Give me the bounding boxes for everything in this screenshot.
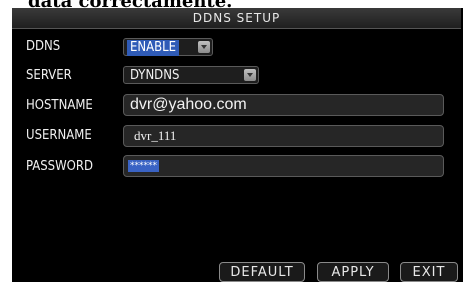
hostname-label: HOSTNAME [26,98,93,113]
password-mask: ****** [128,160,159,172]
password-input[interactable]: ****** [123,155,444,177]
dvr-screen: DDNS SETUP DDNS ENABLE SERVER DYNDNS HOS… [12,8,463,282]
apply-button[interactable]: APPLY [317,262,389,282]
password-label: PASSWORD [26,159,93,174]
exit-button[interactable]: EXIT [400,262,458,282]
default-button[interactable]: DEFAULT [219,262,305,282]
window-title: DDNS SETUP [12,8,461,29]
server-label: SERVER [26,68,72,83]
chevron-down-icon[interactable] [244,69,256,81]
ddns-label: DDNS [26,39,61,54]
server-value: DYNDNS [130,68,180,83]
server-select[interactable]: DYNDNS [123,66,259,84]
ddns-select[interactable]: ENABLE [123,38,213,56]
ddns-value: ENABLE [127,40,180,56]
hostname-input[interactable]: dvr@yahoo.com [123,94,444,116]
chevron-down-icon[interactable] [198,41,210,53]
username-input[interactable]: dvr_111 [123,125,444,147]
username-label: USERNAME [26,128,92,143]
